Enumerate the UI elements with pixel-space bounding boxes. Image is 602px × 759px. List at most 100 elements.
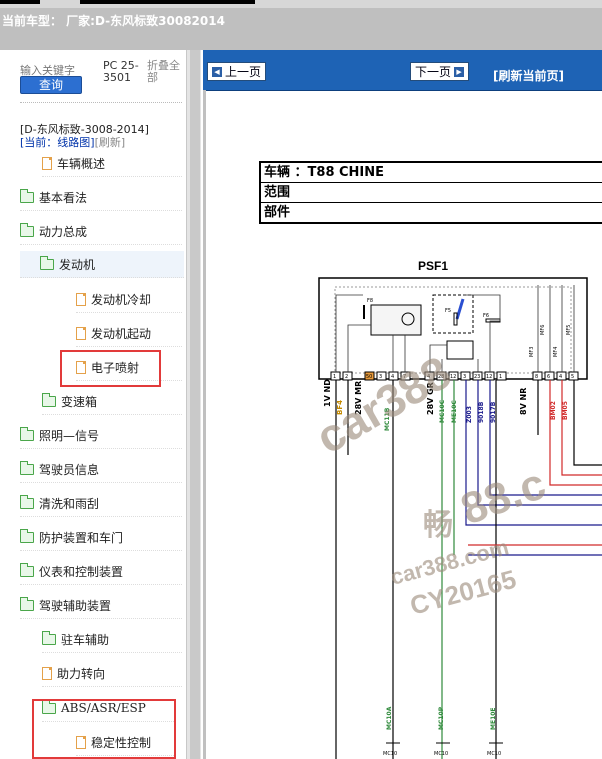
query-button[interactable]: 查询 (20, 76, 82, 94)
wire-label: BM02 (550, 401, 557, 420)
fuse-f8-symbol (363, 305, 365, 319)
highlight-box-abs-stability (32, 699, 176, 759)
wire-label: 8V NR (519, 388, 528, 415)
psf1-box (318, 277, 588, 380)
pin-label: 5 (571, 374, 574, 380)
tree-item-power-steering[interactable]: 助力转向 (42, 660, 182, 687)
current-label: [当前：线路图] (20, 136, 95, 149)
page-nav-bar: ◀ 上一页 下一页 ▶ [刷新当前页] (203, 50, 602, 91)
folder-icon (20, 596, 34, 611)
watermark: car388 畅 88.c car388.com CY20165 (307, 346, 552, 621)
tree-item-instruments-controls[interactable]: 仪表和控制装置 (20, 558, 182, 585)
sidebar-scrollbar[interactable] (186, 50, 201, 759)
fuse-label: MF6 (540, 325, 546, 335)
pin-label: 3 (463, 374, 466, 380)
tree-item-wash-wipe[interactable]: 清洗和雨刮 (20, 490, 182, 517)
fuse-label: MF3 (529, 347, 535, 357)
folder-icon (20, 426, 34, 441)
fuse-label: F5 (445, 308, 451, 314)
pin-label: 1 (499, 374, 502, 380)
ground-label: MC10 (487, 751, 501, 757)
scrollbar-track[interactable] (190, 50, 200, 759)
pin-label: 12 (486, 374, 492, 380)
diagram-title: PSF1 (418, 259, 448, 273)
wire-label: MC10C (439, 399, 446, 423)
connector-label: MC10P (438, 706, 445, 730)
tree-item-engine-cooling[interactable]: 发动机冷却 (76, 286, 182, 313)
pin-label: 1 (333, 374, 336, 380)
folder-icon (20, 222, 34, 237)
folder-icon (20, 494, 34, 509)
fuse-label: F8 (367, 298, 373, 304)
wire-label: 9017B (490, 401, 497, 423)
connector-label: MC10A (386, 706, 393, 730)
sidebar-divider (20, 102, 182, 103)
tree-item-parking-assist[interactable]: 驻车辅助 (42, 626, 182, 653)
document-icon (42, 666, 52, 680)
fuse-label: F6 (483, 313, 489, 319)
pin-label: 4 (559, 374, 562, 380)
folder-open-icon (40, 255, 54, 270)
highlight-box-electronic-injection (60, 350, 161, 387)
tree-item-engine[interactable]: 发动机 (20, 251, 184, 278)
main-panel: ◀ 上一页 下一页 ▶ [刷新当前页] 车辆 ：T88 CHINE 范围 部件 PS… (203, 50, 602, 759)
tree-item-vehicle-overview[interactable]: 车辆概述 (42, 150, 182, 177)
wire-label: BM05 (562, 401, 569, 420)
sidebar: 输入关键字 查询 PC 25-3501 折叠全部 [D-东风标致-3008-20… (0, 50, 186, 759)
folder-icon (20, 460, 34, 475)
tree-item-transmission[interactable]: 变速箱 (42, 388, 182, 415)
document-icon (76, 326, 86, 340)
relay-dashed-box (432, 294, 474, 334)
ground-label: MC10 (434, 751, 448, 757)
wire-label: 1V ND (323, 379, 332, 407)
pin-label: 23 (474, 374, 480, 380)
next-page-button[interactable]: 下一页 ▶ (410, 62, 470, 81)
document-icon (76, 292, 86, 306)
tree-item-engine-start[interactable]: 发动机起动 (76, 320, 182, 347)
refresh-page-link[interactable]: [刷新当前页] (493, 67, 564, 84)
pc-label: PC 25-3501 (103, 59, 139, 84)
current-location: [当前：线路图][刷新] (20, 134, 125, 150)
wire-label: Z003 (466, 406, 473, 423)
folder-icon (20, 528, 34, 543)
tree-item-lighting-signal[interactable]: 照明—信号 (20, 422, 182, 449)
wire-label: ME10C (451, 400, 458, 423)
pin-label: 2 (345, 374, 348, 380)
info-range: 范围 (261, 183, 602, 203)
tree-item-powertrain[interactable]: 动力总成 (20, 218, 182, 245)
svg-text:畅: 畅 (423, 509, 453, 542)
document-icon (42, 156, 52, 170)
pin-label: 8 (535, 374, 538, 380)
arrow-right-icon: ▶ (454, 66, 465, 77)
fold-all-button[interactable]: 折叠全部 (147, 60, 185, 84)
tree-item-driver-info[interactable]: 驾驶员信息 (20, 456, 182, 483)
connector-label: ME10E (490, 707, 497, 730)
tree-item-driving-assist[interactable]: 驾驶辅助装置 (20, 592, 182, 619)
tree-item-basics[interactable]: 基本看法 (20, 184, 182, 211)
folder-icon (42, 392, 56, 407)
svg-text:car388: car388 (307, 346, 459, 464)
ic-box (446, 340, 474, 360)
ground-label: MC10 (383, 751, 397, 757)
header-tab-edge (0, 0, 40, 4)
current-model-title: 当前车型： 厂家:D-东风标致30082014 (2, 14, 225, 28)
pin-label: 6 (547, 374, 550, 380)
refresh-link[interactable]: [刷新] (95, 136, 126, 149)
folder-icon (42, 630, 56, 645)
info-table: 车辆 ：T88 CHINE 范围 部件 (259, 161, 602, 224)
fuse-f6-symbol (485, 318, 501, 323)
prev-page-button[interactable]: ◀ 上一页 (207, 62, 267, 81)
wire-label: 9018B (478, 401, 485, 423)
fuse-f5-symbol (453, 312, 458, 326)
svg-text:88.c: 88.c (455, 459, 552, 534)
arrow-left-icon: ◀ (212, 66, 222, 77)
fuse-label: MF5 (566, 325, 572, 335)
relay-contact (455, 298, 465, 320)
tree-item-protection-doors[interactable]: 防护装置和车门 (20, 524, 182, 551)
folder-icon (20, 562, 34, 577)
wiring-diagram: PSF1 F8 F5 F6 MF6 MF5 MF3 MF4 1 2 50 3 4… (307, 259, 602, 759)
pin-label: 50 (366, 374, 372, 380)
info-part: 部件 (264, 205, 291, 220)
fuse-label: MF4 (553, 347, 559, 357)
info-vehicle: 车辆 ：T88 CHINE (261, 163, 602, 183)
